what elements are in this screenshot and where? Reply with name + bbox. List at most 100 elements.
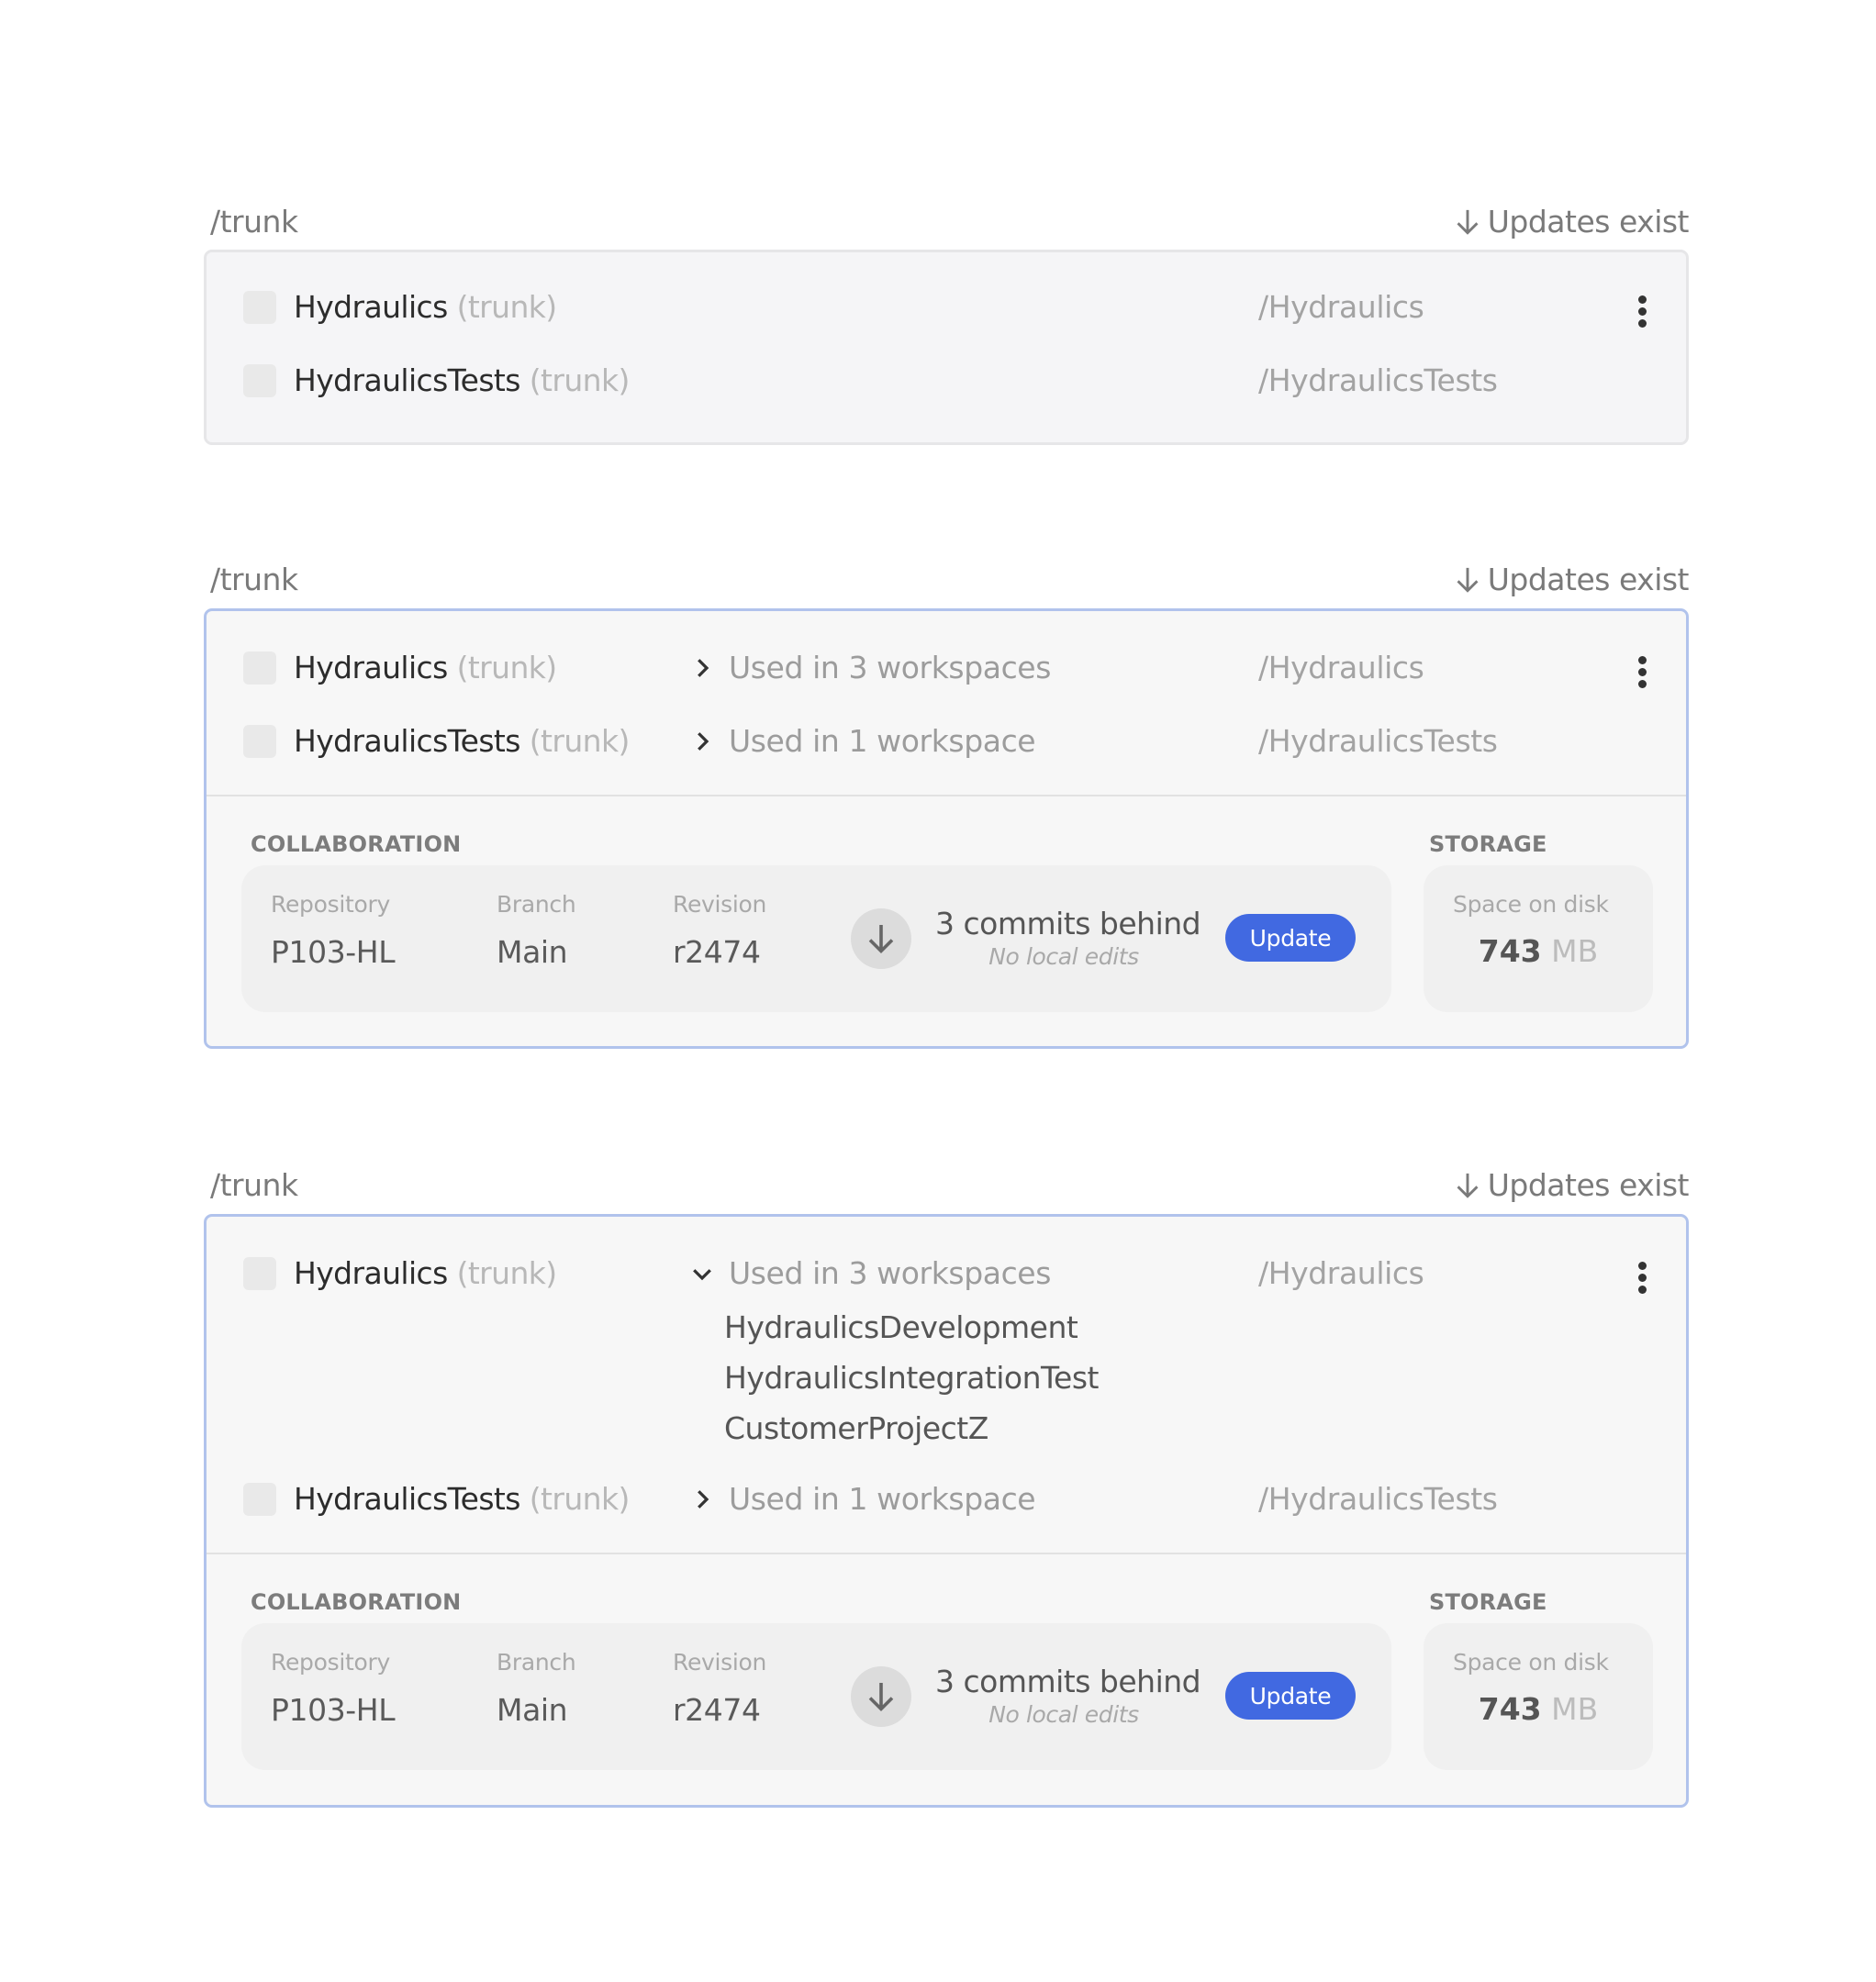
collaboration-panel: Repository P103-HL Branch Main Revision … [241, 865, 1391, 1012]
repo-path: /HydraulicsTests [1258, 362, 1498, 398]
space-on-disk-value: 743 MB [1424, 933, 1653, 969]
workspace-usage-toggle[interactable]: Used in 3 workspaces [688, 650, 1051, 685]
group-header: /trunk Updates exist [204, 1167, 1690, 1211]
repo-card[interactable]: Hydraulics (trunk) Used in 3 workspaces … [204, 608, 1689, 1049]
repo-row: Hydraulics (trunk) /Hydraulics [207, 289, 1686, 329]
row-checkbox[interactable] [243, 291, 276, 324]
repo-path: /HydraulicsTests [1258, 723, 1498, 759]
sync-status: 3 commits behind No local edits [935, 906, 1201, 970]
download-icon [851, 1666, 911, 1727]
repo-branch: (trunk) [456, 289, 558, 325]
workspace-item[interactable]: HydraulicsDevelopment [724, 1302, 1099, 1353]
repo-row: Hydraulics (trunk) Used in 3 workspaces … [207, 1255, 1686, 1296]
branch-label: Branch [497, 891, 576, 918]
branch-field: Branch Main [497, 1649, 576, 1728]
repo-name-text: HydraulicsTests [294, 723, 520, 759]
workspace-list: HydraulicsDevelopment HydraulicsIntegrat… [724, 1302, 1100, 1453]
revision-field: Revision r2474 [673, 891, 766, 970]
divider [207, 795, 1686, 796]
group-path: /trunk [210, 204, 298, 239]
repo-name: Hydraulics (trunk) [294, 650, 557, 685]
revision-label: Revision [673, 891, 767, 918]
repo-group-3: /trunk Updates exist Hydraulics (trunk) … [204, 1167, 1690, 1808]
repo-path: /Hydraulics [1258, 1255, 1424, 1291]
collaboration-panel: Repository P103-HL Branch Main Revision … [241, 1623, 1391, 1770]
group-path: /trunk [210, 1167, 298, 1203]
storage-panel: Space on disk 743 MB [1424, 1623, 1653, 1770]
storage-label: STORAGE [1429, 831, 1547, 857]
group-header: /trunk Updates exist [204, 204, 1690, 248]
repo-name-text: Hydraulics [294, 1255, 448, 1291]
repo-branch: (trunk) [456, 650, 558, 685]
repo-name-text: Hydraulics [294, 650, 448, 685]
usage-label: Used in 1 workspace [729, 723, 1036, 759]
storage-panel: Space on disk 743 MB [1424, 865, 1653, 1012]
repository-value: P103-HL [271, 934, 396, 970]
repository-label: Repository [271, 891, 390, 918]
group-header: /trunk Updates exist [204, 562, 1690, 606]
repo-card[interactable]: Hydraulics (trunk) Used in 3 workspaces … [204, 1214, 1689, 1808]
chevron-down-icon [693, 1268, 711, 1280]
repo-branch: (trunk) [529, 362, 631, 398]
repo-row: HydraulicsTests (trunk) Used in 1 worksp… [207, 1481, 1686, 1521]
repository-value: P103-HL [271, 1692, 396, 1728]
row-checkbox[interactable] [243, 1257, 276, 1290]
branch-value: Main [497, 1692, 568, 1728]
row-checkbox[interactable] [243, 364, 276, 397]
row-checkbox[interactable] [243, 1483, 276, 1516]
storage-unit: MB [1551, 933, 1599, 969]
repo-row: Hydraulics (trunk) Used in 3 workspaces … [207, 650, 1686, 690]
revision-value: r2474 [673, 934, 761, 970]
chevron-right-icon [698, 658, 709, 677]
repo-name-text: HydraulicsTests [294, 1481, 520, 1517]
storage-label: STORAGE [1429, 1589, 1547, 1615]
revision-value: r2474 [673, 1692, 761, 1728]
workspace-usage-toggle[interactable]: Used in 3 workspaces [688, 1255, 1051, 1291]
chevron-right-icon [698, 731, 709, 751]
repo-path: /HydraulicsTests [1258, 1481, 1498, 1517]
commits-behind: 3 commits behind [935, 1664, 1201, 1699]
repo-group-2: /trunk Updates exist Hydraulics (trunk) … [204, 562, 1690, 1049]
repo-row: HydraulicsTests (trunk) Used in 1 worksp… [207, 723, 1686, 763]
local-edits-status: No local edits [988, 1701, 1139, 1728]
workspace-usage-toggle[interactable]: Used in 1 workspace [688, 723, 1036, 759]
update-button[interactable]: Update [1225, 1672, 1356, 1720]
branch-value: Main [497, 934, 568, 970]
arrow-down-icon [1457, 1173, 1479, 1198]
collaboration-label: COLLABORATION [251, 1589, 462, 1615]
updates-indicator: Updates exist [1453, 204, 1690, 239]
usage-label: Used in 3 workspaces [729, 650, 1052, 685]
collaboration-label: COLLABORATION [251, 831, 462, 857]
repo-name: HydraulicsTests (trunk) [294, 723, 630, 759]
usage-label: Used in 3 workspaces [729, 1255, 1052, 1291]
repo-name-text: Hydraulics [294, 289, 448, 325]
repository-label: Repository [271, 1649, 390, 1676]
row-checkbox[interactable] [243, 651, 276, 685]
arrow-down-icon [1457, 567, 1479, 593]
repo-name: Hydraulics (trunk) [294, 289, 557, 325]
repo-name-text: HydraulicsTests [294, 362, 520, 398]
repo-path: /Hydraulics [1258, 650, 1424, 685]
updates-indicator: Updates exist [1453, 562, 1690, 597]
divider [207, 1553, 1686, 1554]
updates-label: Updates exist [1487, 562, 1690, 597]
usage-label: Used in 1 workspace [729, 1481, 1036, 1517]
workspace-item[interactable]: HydraulicsIntegrationTest [724, 1353, 1100, 1403]
repo-card[interactable]: Hydraulics (trunk) /Hydraulics Hydraulic… [204, 250, 1689, 445]
repo-path: /Hydraulics [1258, 289, 1424, 325]
updates-label: Updates exist [1487, 1167, 1690, 1203]
repo-name: HydraulicsTests (trunk) [294, 362, 630, 398]
storage-number: 743 [1478, 1691, 1542, 1727]
updates-label: Updates exist [1487, 204, 1690, 239]
update-button[interactable]: Update [1225, 914, 1356, 962]
repo-name: HydraulicsTests (trunk) [294, 1481, 630, 1517]
repo-name: Hydraulics (trunk) [294, 1255, 557, 1291]
workspace-item[interactable]: CustomerProjectZ [724, 1403, 1099, 1453]
space-on-disk-label: Space on disk [1453, 891, 1609, 918]
chevron-right-icon [698, 1489, 709, 1509]
workspace-usage-toggle[interactable]: Used in 1 workspace [688, 1481, 1036, 1517]
repository-field: Repository P103-HL [271, 1649, 396, 1728]
repo-row: HydraulicsTests (trunk) /HydraulicsTests [207, 362, 1686, 403]
row-checkbox[interactable] [243, 725, 276, 758]
repo-branch: (trunk) [529, 723, 631, 759]
